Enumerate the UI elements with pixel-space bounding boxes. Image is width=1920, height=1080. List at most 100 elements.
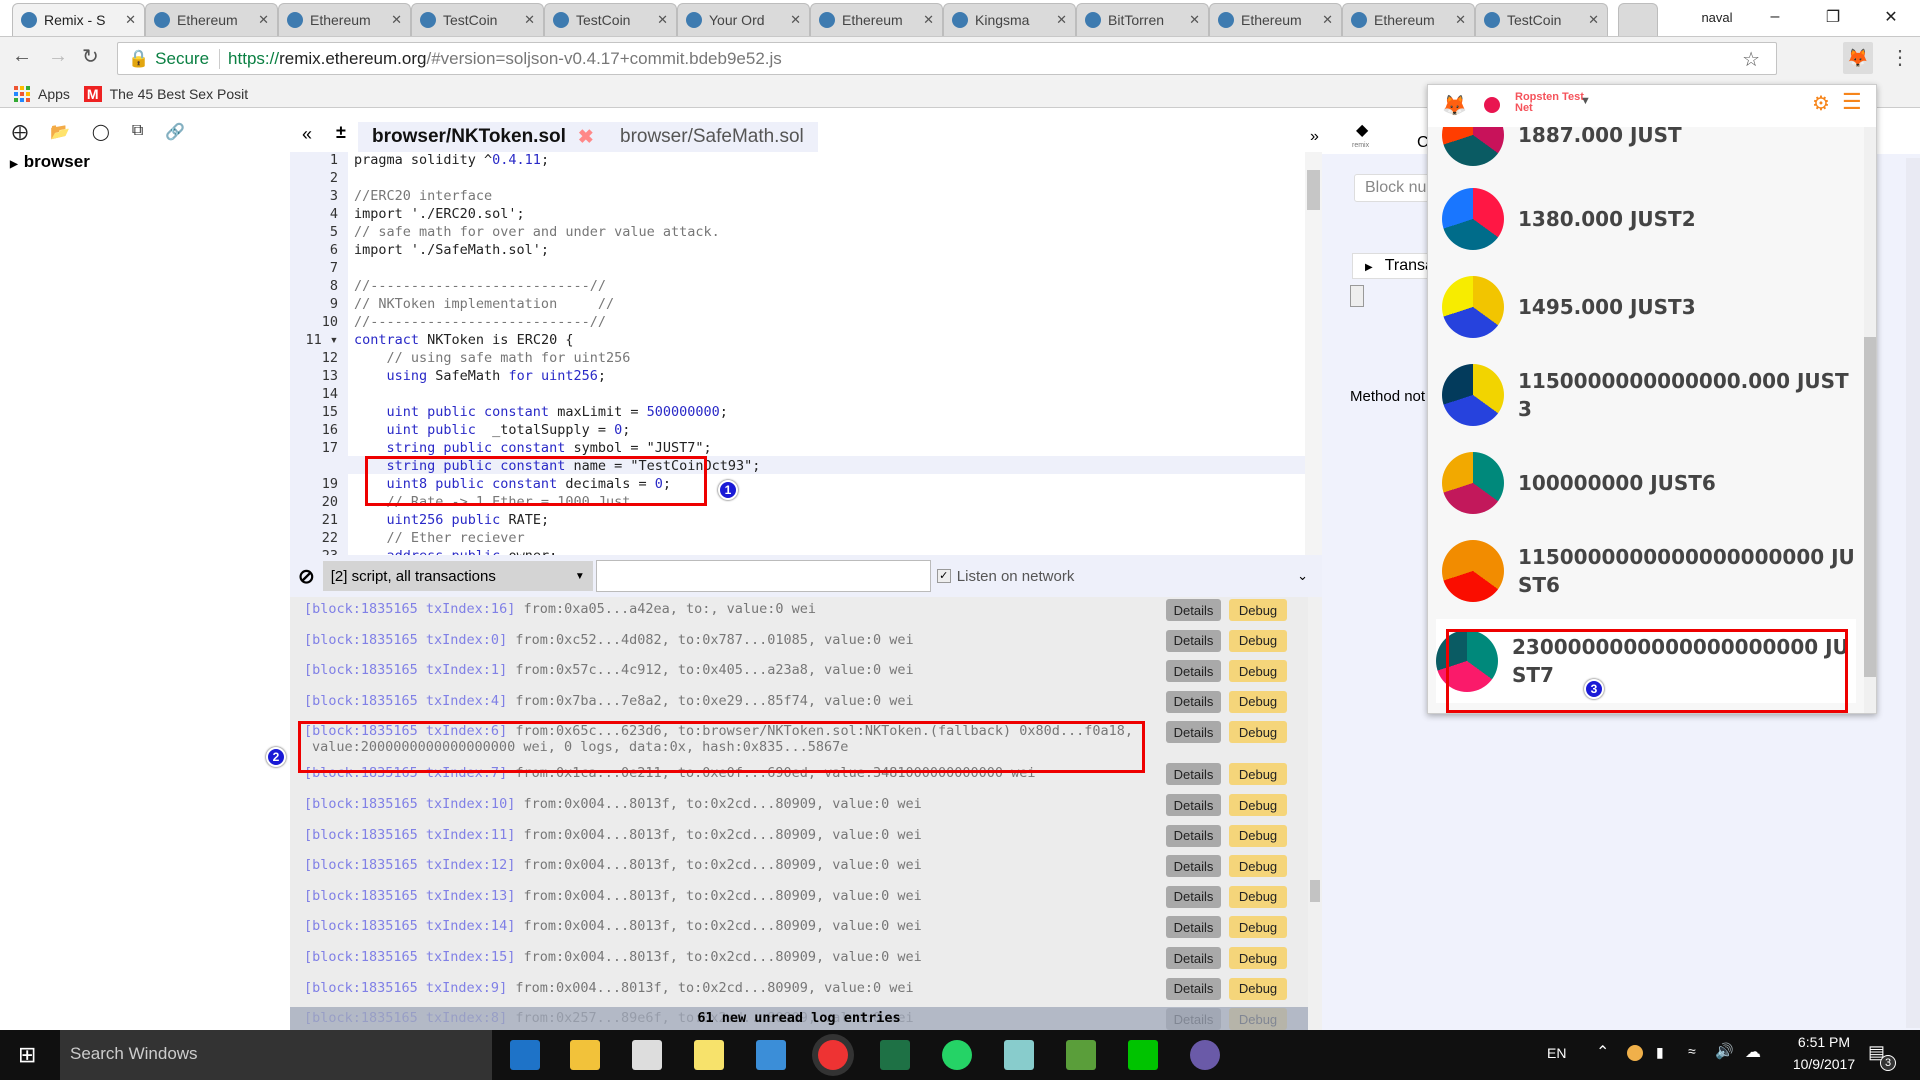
tor-icon[interactable]: [1190, 1040, 1220, 1070]
close-tab-icon[interactable]: ✕: [391, 12, 402, 28]
restore-button[interactable]: ❐: [1804, 7, 1862, 27]
whatsapp-icon[interactable]: [942, 1040, 972, 1070]
debug-button[interactable]: Debug: [1229, 794, 1287, 816]
browser-tab[interactable]: Ethereum ✕: [810, 3, 943, 36]
details-button[interactable]: Details: [1166, 947, 1221, 969]
browser-tab[interactable]: BitTorren ✕: [1076, 3, 1209, 36]
line-icon[interactable]: [1128, 1040, 1158, 1070]
close-tab-icon[interactable]: ✕: [258, 12, 269, 28]
tray-chevron-icon[interactable]: ⌃: [1596, 1042, 1609, 1062]
windows-start-icon[interactable]: ⊞: [18, 1042, 36, 1068]
github-icon[interactable]: ◯: [92, 122, 110, 142]
excel-icon[interactable]: [880, 1040, 910, 1070]
debug-button[interactable]: Debug: [1229, 660, 1287, 683]
close-tab-icon[interactable]: ✕: [657, 12, 668, 28]
tray-app-icon[interactable]: [1627, 1045, 1643, 1061]
token-item[interactable]: 100000000 JUST6: [1442, 441, 1862, 525]
details-button[interactable]: Details: [1166, 763, 1221, 786]
listen-network-checkbox[interactable]: ✓: [936, 569, 951, 583]
debug-button[interactable]: Debug: [1229, 977, 1287, 1000]
details-button[interactable]: Details: [1166, 721, 1221, 744]
browser-tab[interactable]: Ethereum ✕: [1342, 3, 1475, 36]
close-tab-icon[interactable]: ✕: [1189, 12, 1200, 28]
forward-icon[interactable]: →: [48, 45, 68, 68]
app-icon[interactable]: [756, 1040, 786, 1070]
close-window-button[interactable]: ✕: [1862, 7, 1920, 27]
browser-tab[interactable]: Kingsma ✕: [943, 3, 1076, 36]
details-button[interactable]: Details: [1166, 660, 1221, 683]
terminal-search-input[interactable]: [595, 560, 931, 592]
profile-name[interactable]: naval: [1688, 10, 1746, 25]
debug-button[interactable]: Debug: [1229, 947, 1287, 969]
close-tab-icon[interactable]: ✕: [923, 12, 934, 28]
editor-tab-nktoken[interactable]: browser/NKToken.sol ✖: [358, 122, 608, 152]
token-item[interactable]: 1150000000000000.000 JUST3: [1442, 353, 1862, 437]
hamburger-menu-icon[interactable]: ☰: [1842, 89, 1862, 115]
debug-button[interactable]: Debug: [1229, 763, 1287, 786]
token-item[interactable]: 1887.000 JUST: [1442, 127, 1862, 177]
log-scrollbar[interactable]: [1308, 597, 1322, 1030]
search-windows-box[interactable]: Search Windows: [60, 1030, 492, 1080]
clock-time[interactable]: 6:51 PM: [1784, 1034, 1864, 1050]
token-list-scrollbar[interactable]: [1864, 127, 1876, 713]
back-icon[interactable]: ←: [12, 45, 32, 68]
bookmark-star-icon[interactable]: ☆: [1742, 47, 1760, 72]
increase-font-icon[interactable]: ±: [336, 122, 346, 143]
close-tab-icon[interactable]: ✕: [524, 12, 535, 28]
transactions-filter-select[interactable]: [2] script, all transactions ▼: [322, 561, 593, 591]
browser-tab[interactable]: Ethereum ✕: [1209, 3, 1342, 36]
details-button[interactable]: Details: [1166, 690, 1221, 713]
debug-button[interactable]: Debug: [1229, 916, 1287, 939]
details-button[interactable]: Details: [1166, 855, 1221, 878]
close-tab-icon[interactable]: ✕: [1322, 12, 1333, 28]
editor-tab-safemath[interactable]: browser/SafeMath.sol: [606, 122, 818, 152]
link-icon[interactable]: 🔗: [165, 122, 185, 142]
edge-icon[interactable]: [510, 1040, 540, 1070]
debug-button[interactable]: Debug: [1229, 855, 1287, 878]
bookmark-apps[interactable]: Apps: [38, 86, 70, 102]
browser-tab[interactable]: Ethereum ✕: [278, 3, 411, 36]
debug-button[interactable]: Debug: [1229, 599, 1287, 621]
slider-handle[interactable]: [1350, 285, 1364, 307]
details-button[interactable]: Details: [1166, 885, 1221, 908]
reload-icon[interactable]: ↻: [82, 44, 99, 69]
new-file-icon[interactable]: ⨁: [12, 122, 28, 142]
app2-icon[interactable]: [1004, 1040, 1034, 1070]
debug-button[interactable]: Debug: [1229, 824, 1287, 847]
wifi-icon[interactable]: ≈: [1688, 1043, 1696, 1059]
browser-tab[interactable]: TestCoin ✕: [1475, 3, 1608, 36]
debug-button[interactable]: Debug: [1229, 629, 1287, 652]
token-item[interactable]: 1495.000 JUST3: [1442, 265, 1862, 349]
right-panel-scrollbar[interactable]: [1906, 158, 1920, 1028]
copy-files-icon[interactable]: ⧉: [132, 122, 143, 142]
close-tab-icon[interactable]: ✕: [790, 12, 801, 28]
clear-console-icon[interactable]: ⊘: [298, 564, 315, 589]
details-button[interactable]: Details: [1166, 794, 1221, 816]
details-button[interactable]: Details: [1166, 599, 1221, 621]
chrome-icon[interactable]: [818, 1040, 848, 1070]
minimize-button[interactable]: –: [1746, 8, 1804, 26]
browser-tab[interactable]: Ethereum ✕: [145, 3, 278, 36]
network-selector[interactable]: Ropsten Test Net: [1515, 92, 1585, 114]
network-dropdown-icon[interactable]: ▼: [1580, 95, 1591, 107]
details-button[interactable]: Details: [1166, 977, 1221, 1000]
bookmark-item[interactable]: The 45 Best Sex Posit: [110, 86, 249, 102]
debug-button[interactable]: Debug: [1229, 690, 1287, 713]
details-button[interactable]: Details: [1166, 824, 1221, 847]
language-indicator[interactable]: EN: [1547, 1045, 1566, 1061]
calculator-icon[interactable]: [1066, 1040, 1096, 1070]
onedrive-icon[interactable]: ☁: [1745, 1042, 1761, 1062]
close-tab-icon[interactable]: ✖: [578, 126, 594, 149]
token-item[interactable]: 1380.000 JUST2: [1442, 177, 1862, 261]
token-item[interactable]: 1150000000000000000000 JUST6: [1442, 529, 1862, 613]
metamask-extension-icon[interactable]: 🦊: [1843, 42, 1873, 74]
browser-tab[interactable]: Your Ord ✕: [677, 3, 810, 36]
close-tab-icon[interactable]: ✕: [1588, 12, 1599, 28]
browser-tab[interactable]: TestCoin ✕: [411, 3, 544, 36]
browser-tab[interactable]: TestCoin ✕: [544, 3, 677, 36]
collapse-terminal-icon[interactable]: ⌄: [1297, 568, 1308, 584]
details-button[interactable]: Details: [1166, 916, 1221, 939]
debug-button[interactable]: Debug: [1229, 885, 1287, 908]
browser-tab[interactable]: Remix - S ✕: [12, 3, 145, 36]
close-tab-icon[interactable]: ✕: [125, 12, 136, 28]
